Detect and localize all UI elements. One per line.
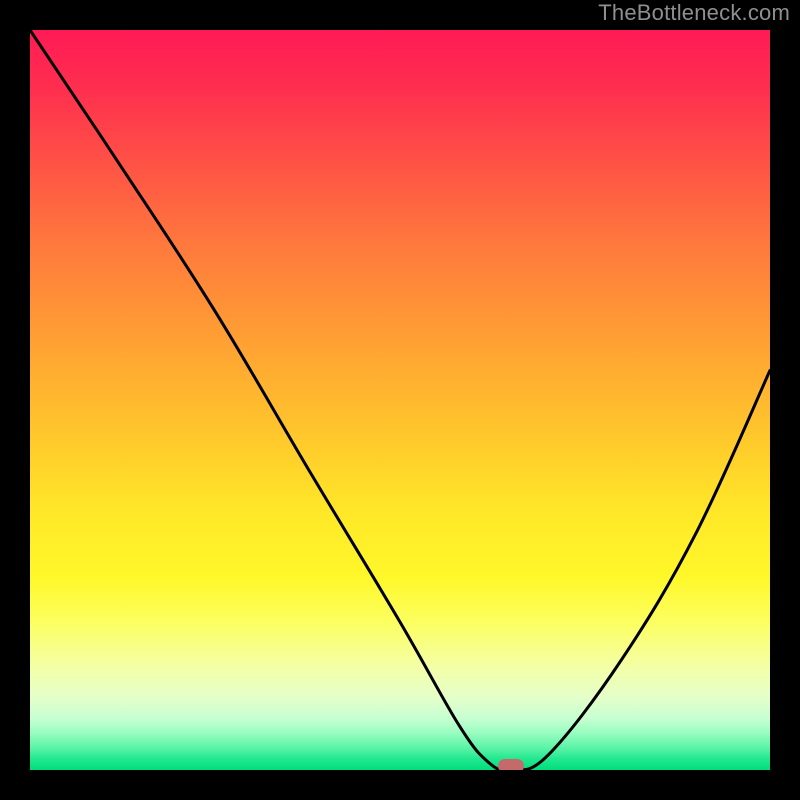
watermark-text: TheBottleneck.com: [598, 0, 790, 26]
optimal-marker: [498, 759, 524, 770]
curve-svg: [30, 30, 770, 770]
chart-stage: TheBottleneck.com: [0, 0, 800, 800]
plot-area: [30, 30, 770, 770]
bottleneck-curve-path: [30, 30, 770, 770]
